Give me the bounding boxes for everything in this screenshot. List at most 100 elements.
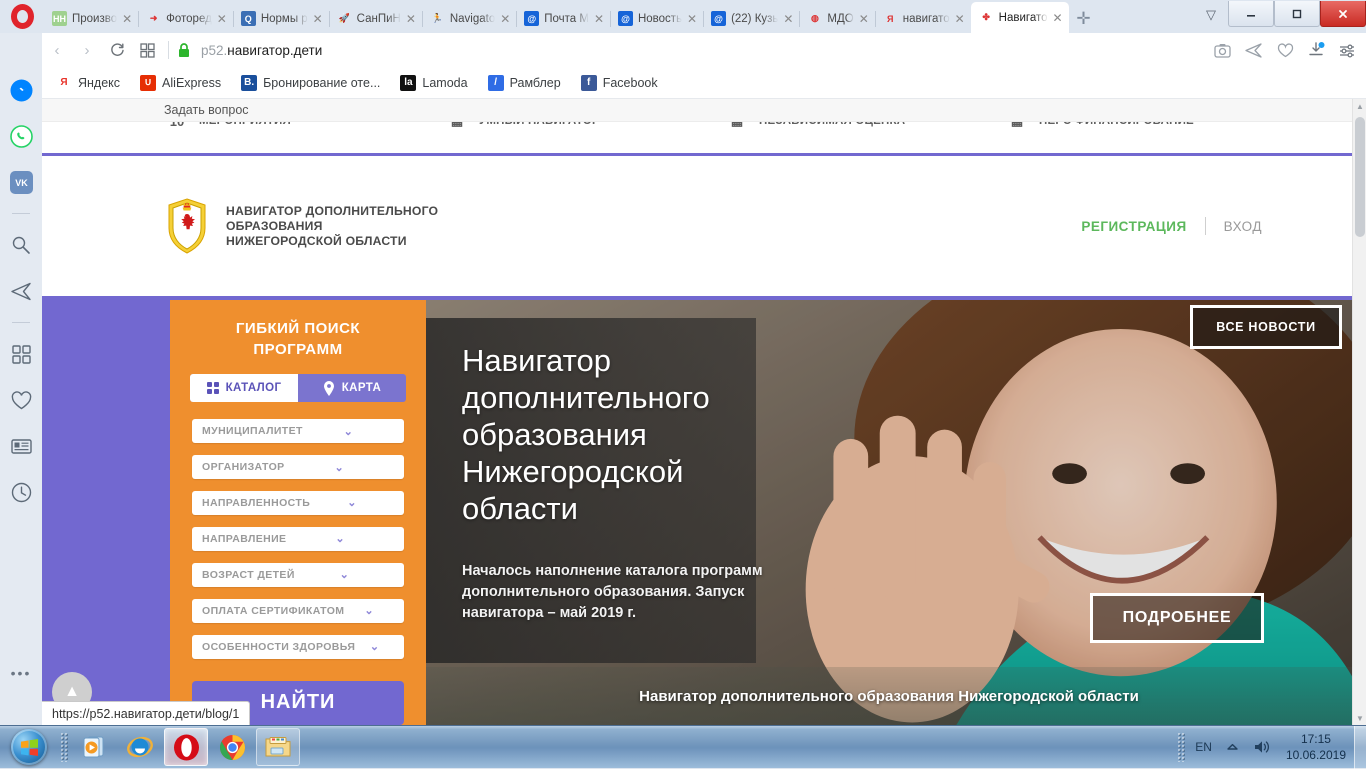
filter-select[interactable]: ОРГАНИЗАТОР ⌄ — [192, 455, 404, 480]
send-icon[interactable] — [1245, 42, 1263, 58]
chrome-icon[interactable] — [210, 728, 254, 766]
news-icon[interactable] — [6, 431, 36, 461]
heart-icon[interactable] — [1277, 42, 1294, 58]
heart-icon[interactable] — [6, 385, 36, 415]
ask-question-link[interactable]: Задать вопрос — [42, 99, 1352, 122]
maximize-button[interactable] — [1274, 1, 1320, 27]
close-window-button[interactable] — [1320, 1, 1366, 27]
file-explorer-icon[interactable] — [256, 728, 300, 766]
bookmark-item[interactable]: la Lamoda — [400, 74, 468, 91]
browser-tab[interactable]: ✤ Навигато ✕ — [970, 2, 1069, 33]
toolbar-divider — [168, 41, 169, 59]
vk-icon[interactable]: VK — [6, 167, 36, 197]
all-news-button[interactable]: ВСЕ НОВОСТИ — [1190, 305, 1342, 349]
speed-dial-button[interactable] — [132, 35, 162, 65]
scrollbar-thumb[interactable] — [1355, 117, 1365, 237]
history-icon[interactable] — [6, 477, 36, 507]
browser-tab[interactable]: HH Произво ✕ — [44, 4, 138, 33]
map-pin-icon — [323, 380, 334, 396]
tab-close-button[interactable]: ✕ — [498, 13, 512, 25]
more-details-button[interactable]: ПОДРОБНЕЕ — [1090, 593, 1264, 643]
tab-close-button[interactable]: ✕ — [857, 13, 871, 25]
tab-title: Navigato — [449, 12, 496, 25]
browser-tab[interactable]: 🏃 Navigato ✕ — [421, 4, 516, 33]
bookmark-label: Facebook — [602, 75, 658, 90]
browser-tab[interactable]: @ Почта М ✕ — [516, 4, 610, 33]
media-player-icon[interactable] — [72, 728, 116, 766]
filter-select[interactable]: НАПРАВЛЕННОСТЬ ⌄ — [192, 491, 404, 515]
tab-close-button[interactable]: ✕ — [953, 13, 967, 25]
forward-button[interactable]: › — [72, 35, 102, 65]
bookmark-item[interactable]: f Facebook — [580, 74, 658, 91]
filter-select[interactable]: ВОЗРАСТ ДЕТЕЙ ⌄ — [192, 562, 404, 587]
new-tab-button[interactable]: ✛ — [1069, 4, 1099, 33]
bookmark-item[interactable]: / Рамблер — [487, 74, 561, 91]
sidebar-more-button[interactable]: ••• — [11, 665, 32, 681]
telegram-icon[interactable] — [6, 276, 36, 306]
bookmark-item[interactable]: ∪ AliExpress — [140, 74, 221, 91]
minimize-button[interactable] — [1228, 1, 1274, 27]
top-nav-item[interactable]: ▦ НЕЗАВИСИМАЯ ОЦЕНКА — [724, 122, 1004, 134]
tab-close-button[interactable]: ✕ — [1051, 12, 1065, 24]
tab-close-button[interactable]: ✕ — [215, 13, 229, 25]
page-scrollbar[interactable]: ▲ ▼ — [1352, 99, 1366, 725]
browser-tab[interactable]: Янавигато ✕ — [874, 4, 971, 33]
tab-close-button[interactable]: ✕ — [311, 13, 325, 25]
show-desktop-button[interactable] — [1354, 725, 1366, 769]
tab-close-button[interactable]: ✕ — [592, 13, 606, 25]
filter-label: МУНИЦИПАЛИТЕТ — [202, 425, 303, 438]
chevron-down-icon: ⌄ — [364, 605, 375, 618]
bookmark-label: Бронирование оте... — [263, 75, 381, 90]
url-text[interactable]: p52.навигатор.дети — [201, 43, 322, 58]
bookmark-item[interactable]: B. Бронирование оте... — [241, 74, 381, 91]
tab-map[interactable]: КАРТА — [298, 374, 406, 402]
start-button[interactable] — [2, 727, 56, 767]
filter-select[interactable]: МУНИЦИПАЛИТЕТ ⌄ — [192, 419, 404, 444]
scroll-up-arrow[interactable]: ▲ — [1353, 99, 1366, 113]
top-nav-item[interactable]: ▦ УМНЫЙ НАВИГАТОР — [444, 122, 724, 134]
back-button[interactable]: ‹ — [42, 35, 72, 65]
opera-icon[interactable] — [164, 728, 208, 766]
browser-tab[interactable]: ➜ Фоторед ✕ — [138, 4, 233, 33]
filter-select[interactable]: ОПЛАТА СЕРТИФИКАТОМ ⌄ — [192, 598, 404, 623]
taskbar-clock[interactable]: 17:15 10.06.2019 — [1286, 731, 1346, 763]
tab-close-button[interactable]: ✕ — [404, 13, 418, 25]
lock-icon[interactable] — [177, 42, 191, 58]
top-nav-item[interactable]: 10 МЕРОПРИЯТИЯ — [164, 122, 444, 134]
bookmark-item[interactable]: Я Яндекс — [56, 75, 120, 91]
register-link[interactable]: РЕГИСТРАЦИЯ — [1081, 219, 1186, 234]
tab-close-button[interactable]: ✕ — [120, 13, 134, 25]
reload-button[interactable] — [102, 35, 132, 65]
whatsapp-icon[interactable] — [6, 121, 36, 151]
tab-close-button[interactable]: ✕ — [685, 13, 699, 25]
show-hidden-icons-button[interactable] — [1226, 742, 1239, 752]
nizhny-novgorod-coat-of-arms-icon — [168, 198, 206, 254]
browser-tab[interactable]: @ Новость ✕ — [609, 4, 703, 33]
filter-select[interactable]: ОСОБЕННОСТИ ЗДОРОВЬЯ ⌄ — [192, 634, 404, 659]
browser-tab[interactable]: @ (22) Кузь ✕ — [703, 4, 799, 33]
scroll-down-arrow[interactable]: ▼ — [1353, 711, 1366, 725]
yandex-icon: Я — [887, 13, 894, 24]
language-indicator[interactable]: EN — [1195, 740, 1212, 754]
url-host: навигатор.дети — [227, 42, 323, 58]
settings-icon[interactable] — [1339, 43, 1356, 58]
camera-icon[interactable] — [1214, 43, 1231, 58]
filter-select[interactable]: НАПРАВЛЕНИЕ ⌄ — [192, 526, 404, 551]
speed-dial-icon[interactable] — [6, 339, 36, 369]
top-nav-item[interactable]: ▦ ПЕРС ФИНАНСИРОВАНИЕ — [1004, 122, 1284, 134]
browser-tab[interactable]: ◍ МДО ✕ — [799, 4, 874, 33]
tab-close-button[interactable]: ✕ — [781, 13, 795, 25]
browser-tab[interactable]: Q Нормы р ✕ — [232, 4, 329, 33]
filter-label: ВОЗРАСТ ДЕТЕЙ — [202, 568, 295, 581]
site-logo[interactable]: НАВИГАТОР ДОПОЛНИТЕЛЬНОГО ОБРАЗОВАНИЯ НИ… — [164, 198, 441, 254]
download-icon[interactable] — [1308, 42, 1325, 58]
tab-list: HH Произво ✕ ➜ Фоторед ✕ Q Нормы р ✕ 🚀 СанПиН ✕ 🏃 Nav… — [44, 0, 1069, 33]
messenger-icon[interactable] — [6, 75, 36, 105]
internet-explorer-icon[interactable] — [118, 728, 162, 766]
tab-catalog[interactable]: КАТАЛОГ — [190, 374, 298, 403]
browser-tab[interactable]: 🚀 СанПиН ✕ — [328, 4, 422, 33]
search-icon[interactable] — [6, 230, 36, 260]
volume-icon[interactable] — [1253, 739, 1272, 755]
tab-menu-button[interactable]: ▽ — [1194, 0, 1228, 29]
login-link[interactable]: ВХОД — [1224, 219, 1262, 234]
